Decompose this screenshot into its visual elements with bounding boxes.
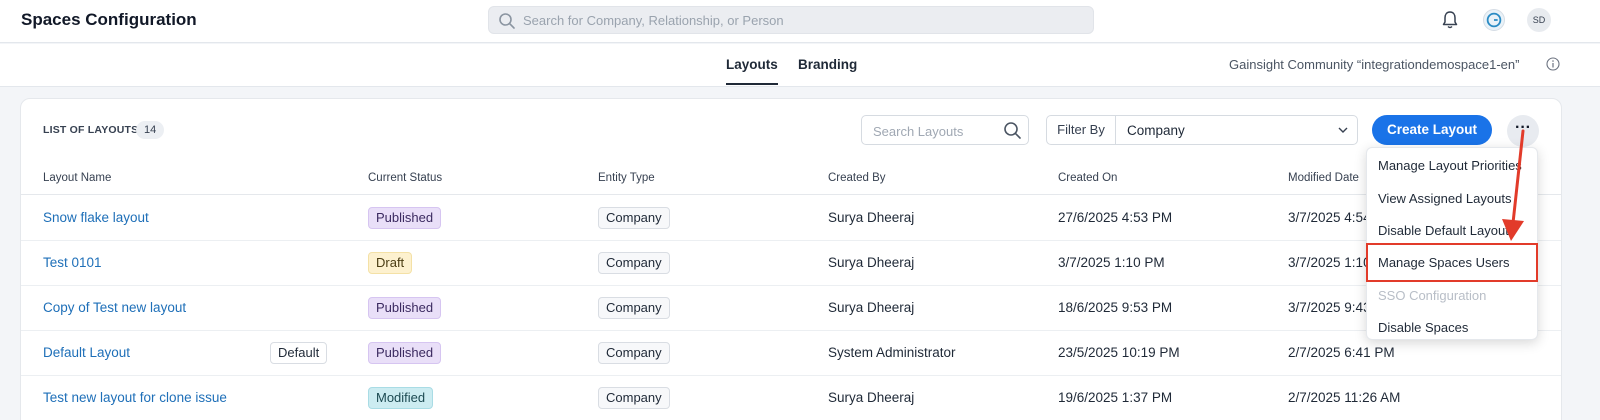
community-name: Gainsight Community “integrationdemospac… — [1229, 57, 1520, 72]
status-badge: Published — [368, 297, 442, 319]
entity-type-badge: Company — [598, 387, 670, 409]
entity-type-badge: Company — [598, 297, 670, 319]
search-layouts-placeholder: Search Layouts — [873, 124, 964, 139]
created-on: 23/5/2025 10:19 PM — [1058, 345, 1180, 360]
annotation-highlight-box — [1366, 243, 1538, 282]
search-icon[interactable] — [1003, 121, 1022, 140]
layout-name-link[interactable]: Test new layout for clone issue — [43, 390, 227, 405]
status-badge: Modified — [368, 387, 434, 409]
global-search-input[interactable]: Search for Company, Relationship, or Per… — [488, 6, 1094, 34]
modified-date: 2/7/2025 6:41 PM — [1288, 345, 1395, 360]
tab-layouts[interactable]: Layouts — [726, 57, 778, 85]
filter-by-value: Company — [1127, 123, 1185, 138]
created-by: Surya Dheeraj — [828, 300, 915, 315]
status-badge: Draft — [368, 252, 413, 274]
table-header: Layout Name Current Status Entity Type C… — [21, 159, 1561, 195]
global-search-placeholder: Search for Company, Relationship, or Per… — [523, 13, 784, 28]
search-layouts-input[interactable]: Search Layouts — [861, 115, 1029, 145]
status-badge: Published — [368, 342, 442, 364]
layout-count-badge: 14 — [136, 121, 165, 139]
filter-by-select[interactable]: Filter By Company — [1046, 115, 1358, 145]
chevron-down-icon — [1338, 127, 1348, 133]
modified-date: 3/7/2025 1:10 — [1288, 255, 1371, 270]
top-header: Spaces Configuration Search for Company,… — [0, 0, 1600, 43]
table-row[interactable]: Copy of Test new layout Published Compan… — [21, 286, 1561, 331]
annotation-arrow-icon — [1502, 129, 1525, 241]
created-by: Surya Dheeraj — [828, 255, 915, 270]
layout-name-link[interactable]: Copy of Test new layout — [43, 300, 186, 315]
layout-name-link[interactable]: Test 0101 — [43, 255, 102, 270]
modified-date: 3/7/2025 4:54 — [1288, 210, 1371, 225]
layouts-card: LIST OF LAYOUTS 14 Search Layouts Filter… — [20, 98, 1562, 420]
created-by: Surya Dheeraj — [828, 390, 915, 405]
bell-icon[interactable] — [1439, 9, 1461, 31]
gainsight-logo-icon[interactable] — [1483, 9, 1505, 31]
page-title: Spaces Configuration — [21, 10, 197, 29]
list-title: LIST OF LAYOUTS — [43, 124, 139, 136]
created-by: System Administrator — [828, 345, 956, 360]
created-on: 3/7/2025 1:10 PM — [1058, 255, 1165, 270]
menu-item-disable-spaces[interactable]: Disable Spaces — [1378, 320, 1468, 335]
column-header[interactable]: Layout Name — [43, 172, 111, 184]
table-row[interactable]: Snow flake layout Published Company Sury… — [21, 196, 1561, 241]
create-layout-button[interactable]: Create Layout — [1372, 115, 1492, 145]
modified-date: 3/7/2025 9:43 — [1288, 300, 1371, 315]
default-badge: Default — [270, 342, 328, 364]
sub-header: Layouts Branding Gainsight Community “in… — [0, 44, 1600, 87]
column-header[interactable]: Current Status — [368, 172, 442, 184]
tab-branding[interactable]: Branding — [798, 57, 857, 72]
layout-name-link[interactable]: Snow flake layout — [43, 210, 149, 225]
entity-type-badge: Company — [598, 207, 670, 229]
created-on: 19/6/2025 1:37 PM — [1058, 390, 1173, 405]
status-badge: Published — [368, 207, 442, 229]
filter-by-label: Filter By — [1047, 116, 1116, 144]
layout-name-link[interactable]: Default Layout — [43, 345, 130, 360]
column-header[interactable]: Created By — [828, 172, 886, 184]
created-on: 18/6/2025 9:53 PM — [1058, 300, 1173, 315]
column-header[interactable]: Created On — [1058, 172, 1117, 184]
entity-type-badge: Company — [598, 342, 670, 364]
info-icon[interactable] — [1546, 57, 1560, 71]
created-by: Surya Dheeraj — [828, 210, 915, 225]
user-avatar[interactable]: SD — [1527, 8, 1551, 32]
column-header[interactable]: Entity Type — [598, 172, 655, 184]
table-row[interactable]: Test new layout for clone issue Modified… — [21, 376, 1561, 420]
modified-date: 2/7/2025 11:26 AM — [1288, 390, 1401, 405]
entity-type-badge: Company — [598, 252, 670, 274]
table-row[interactable]: Default Layout Default Published Company… — [21, 331, 1561, 376]
column-header[interactable]: Modified Date — [1288, 172, 1359, 184]
table-row[interactable]: Test 0101 Draft Company Surya Dheeraj 3/… — [21, 241, 1561, 286]
menu-item-sso-configuration: SSO Configuration — [1378, 288, 1487, 303]
search-icon — [499, 13, 515, 29]
created-on: 27/6/2025 4:53 PM — [1058, 210, 1173, 225]
